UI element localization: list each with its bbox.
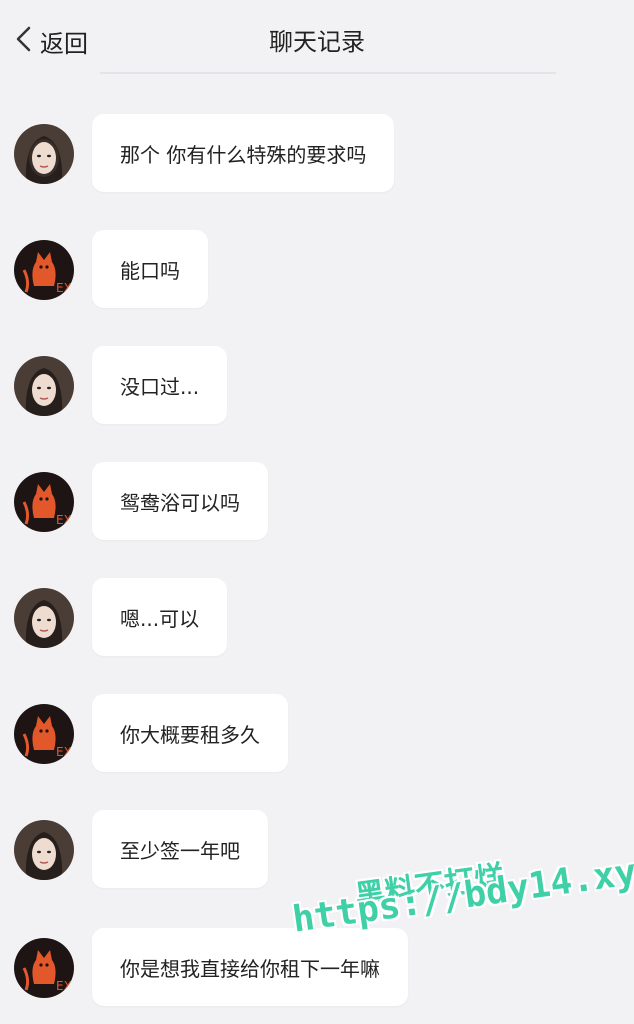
cat-avatar[interactable]: EX [14,704,74,764]
message-bubble[interactable]: 鸳鸯浴可以吗 [92,462,268,540]
chat-message: EX 你是想我直接给你租下一年嘛 [0,928,634,1008]
cat-avatar[interactable]: EX [14,240,74,300]
page-title: 聊天记录 [269,28,365,56]
chat-message: 嗯...可以 [0,578,634,658]
chat-message: EX 你大概要租多久 [0,694,634,774]
message-bubble[interactable]: 你是想我直接给你租下一年嘛 [92,928,408,1006]
svg-text:EX: EX [56,513,72,527]
message-bubble[interactable]: 嗯...可以 [92,578,228,656]
svg-text:EX: EX [56,745,72,759]
cat-avatar[interactable]: EX [14,472,74,532]
female-avatar[interactable] [14,820,74,880]
female-avatar[interactable] [14,356,74,416]
svg-text:EX: EX [56,281,72,295]
header-divider [100,72,556,74]
svg-text:EX: EX [56,979,72,993]
message-bubble[interactable]: 那个 你有什么特殊的要求吗 [92,114,395,192]
chat-message: 没口过... [0,346,634,426]
top-bar: 返回 聊天记录 [0,0,634,80]
chat-message: EX 鸳鸯浴可以吗 [0,462,634,542]
female-avatar[interactable] [14,588,74,648]
message-bubble[interactable]: 至少签一年吧 [92,810,268,888]
female-avatar[interactable] [14,124,74,184]
cat-avatar[interactable]: EX [14,938,74,998]
message-bubble[interactable]: 能口吗 [92,230,208,308]
message-bubble[interactable]: 你大概要租多久 [92,694,288,772]
message-bubble[interactable]: 没口过... [92,346,228,424]
chat-message: EX 能口吗 [0,230,634,310]
chat-message: 那个 你有什么特殊的要求吗 [0,114,634,194]
